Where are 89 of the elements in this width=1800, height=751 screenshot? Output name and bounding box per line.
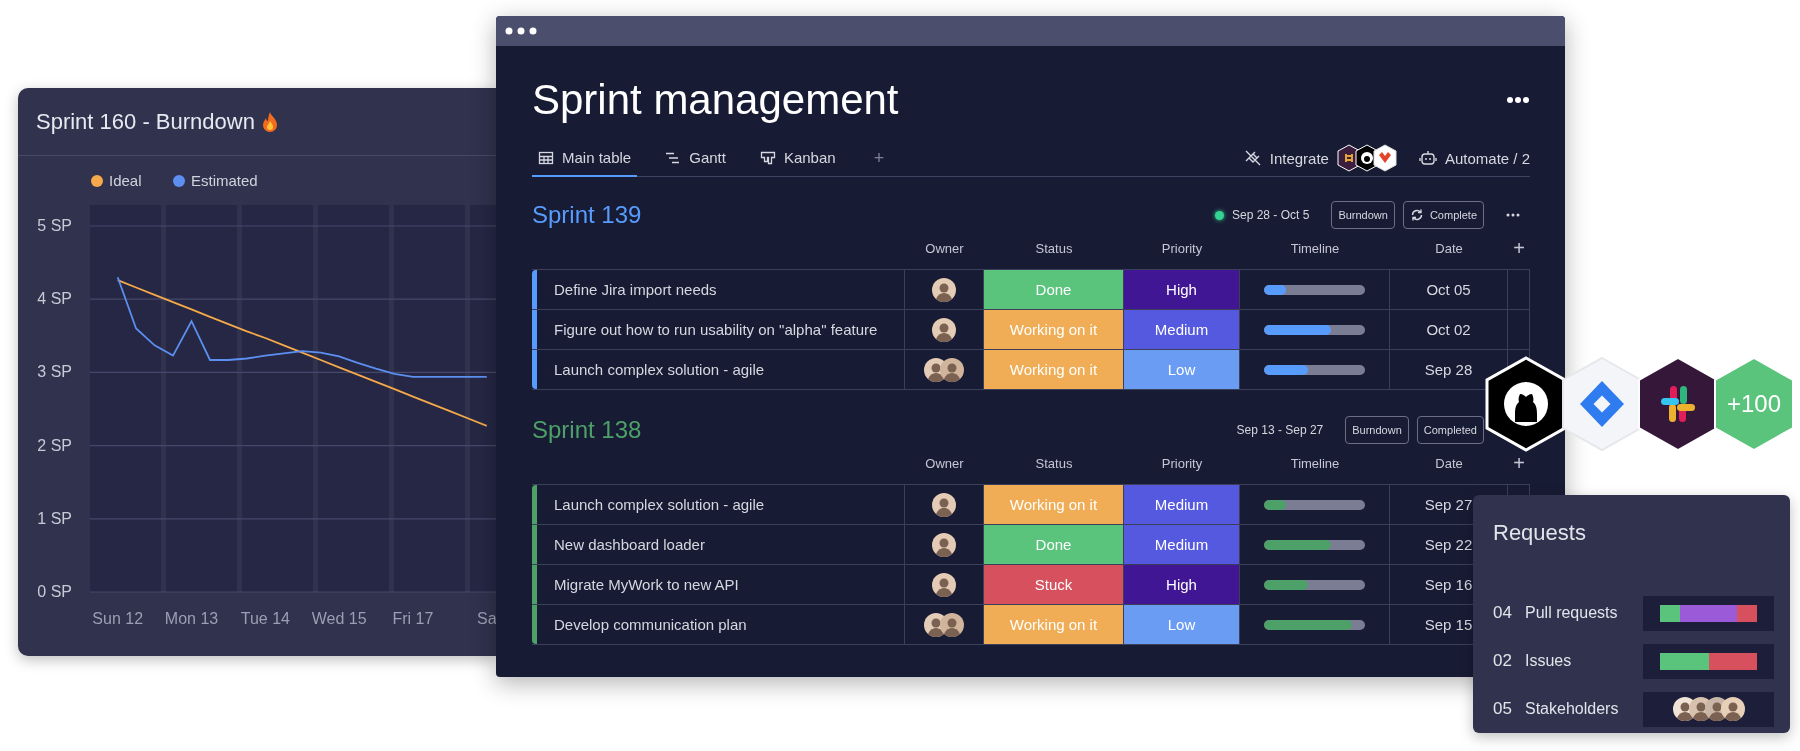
axis-label: Sa xyxy=(477,610,496,627)
item-name: Launch complex solution - agile xyxy=(537,485,905,524)
avatar xyxy=(932,572,956,597)
axis-label: 1 SP xyxy=(37,509,72,527)
item-name: Develop communication plan xyxy=(537,605,905,644)
item-name: Figure out how to run usability on "alpha" feature xyxy=(537,310,905,349)
priority-label: Low xyxy=(1124,350,1240,389)
date-range: Sep 13 - Sep 27 xyxy=(1236,423,1324,437)
item-name: Launch complex solution - agile xyxy=(537,350,905,389)
automate-button[interactable]: Automate / 2 xyxy=(1418,149,1530,167)
column-header: Date xyxy=(1434,241,1464,256)
diamond-logo-icon xyxy=(1561,356,1643,452)
date-range: Sep 28 - Oct 5 xyxy=(1232,208,1310,222)
status-label: Working on it xyxy=(984,310,1124,349)
app-logo-icon xyxy=(1372,144,1397,172)
view-tab[interactable]: Kanban xyxy=(753,140,842,177)
column-header: Owner xyxy=(924,241,965,256)
more-icon[interactable] xyxy=(1506,96,1530,104)
priority-label: High xyxy=(1124,565,1240,604)
request-label: Pull requests xyxy=(1525,604,1619,622)
avatar xyxy=(940,357,964,382)
avatar xyxy=(932,277,956,302)
status-label: Working on it xyxy=(984,605,1124,644)
status-label: Done xyxy=(984,270,1124,309)
status-label: Done xyxy=(984,525,1124,564)
add-column-button[interactable]: + xyxy=(1508,237,1530,260)
view-tab[interactable]: Main table xyxy=(532,140,638,177)
axis-label: 2 SP xyxy=(37,436,72,454)
column-header: Status xyxy=(1034,241,1074,256)
table-icon xyxy=(538,149,554,166)
priority-label: Medium xyxy=(1124,525,1240,564)
axis-label: Tue 14 xyxy=(240,610,290,627)
count-label: 02 xyxy=(1493,651,1513,671)
view-tab[interactable]: Gantt xyxy=(659,140,732,177)
card-title: Sprint 160 - Burndown xyxy=(36,108,255,135)
axis-label: 4 SP xyxy=(37,290,72,308)
avatar xyxy=(1720,697,1745,721)
board-title: Sprint management xyxy=(532,76,899,124)
count-label: 05 xyxy=(1493,699,1513,719)
column-header: Owner xyxy=(924,456,965,471)
request-label: Stakeholders xyxy=(1525,700,1620,718)
request-label: Issues xyxy=(1525,652,1573,670)
flame-icon xyxy=(260,110,279,133)
column-header: Status xyxy=(1034,456,1074,471)
column-header: Priority xyxy=(1160,456,1204,471)
columns-icon xyxy=(759,149,776,166)
column-header: Priority xyxy=(1160,241,1204,256)
item-name: Migrate MyWork to new API xyxy=(537,565,905,604)
axis-label: Wed 15 xyxy=(311,610,367,627)
complete-button[interactable]: Complete xyxy=(1402,201,1484,229)
column-header: Timeline xyxy=(1289,241,1341,256)
window-dots-icon xyxy=(505,27,539,35)
sync-icon xyxy=(1409,208,1424,222)
status-label: Working on it xyxy=(984,350,1124,389)
axis-label: Fri 17 xyxy=(392,610,434,627)
axis-label: 0 SP xyxy=(37,583,72,600)
priority-label: Medium xyxy=(1124,485,1240,524)
date-cell: Oct 05 xyxy=(1390,270,1508,309)
avatar xyxy=(932,317,956,342)
priority-label: Medium xyxy=(1124,310,1240,349)
add-view-button[interactable]: + xyxy=(873,147,885,169)
legend-label: Ideal xyxy=(109,172,142,189)
status-label: Stuck xyxy=(984,565,1124,604)
axis-label: Mon 13 xyxy=(164,610,219,627)
priority-label: Low xyxy=(1124,605,1240,644)
axis-label: 5 SP xyxy=(37,217,72,234)
plug-icon xyxy=(1243,149,1262,167)
column-header: Date xyxy=(1434,456,1464,471)
group-button[interactable]: Burndown xyxy=(1345,416,1409,444)
avatar xyxy=(932,532,956,557)
legend-label: Estimated xyxy=(191,172,258,189)
priority-label: High xyxy=(1124,270,1240,309)
avatar xyxy=(932,492,956,517)
group-button[interactable]: Burndown xyxy=(1331,201,1395,229)
integrate-button[interactable]: Integrate xyxy=(1243,149,1329,167)
avatar xyxy=(940,612,964,637)
item-name: New dashboard loader xyxy=(537,525,905,564)
robot-icon xyxy=(1418,149,1437,167)
group-title: Sprint 138 xyxy=(532,416,643,444)
item-name: Define Jira import needs xyxy=(537,270,905,309)
axis-label: 3 SP xyxy=(37,363,72,381)
status-label: Working on it xyxy=(984,485,1124,524)
group-button[interactable]: Completed xyxy=(1416,416,1484,444)
add-column-button[interactable]: + xyxy=(1508,452,1530,475)
column-header: Timeline xyxy=(1289,456,1341,471)
cat-logo-icon xyxy=(1485,356,1567,452)
date-cell: Oct 02 xyxy=(1390,310,1508,349)
group-title: Sprint 139 xyxy=(532,201,643,229)
axis-label: Sun 12 xyxy=(92,610,144,627)
